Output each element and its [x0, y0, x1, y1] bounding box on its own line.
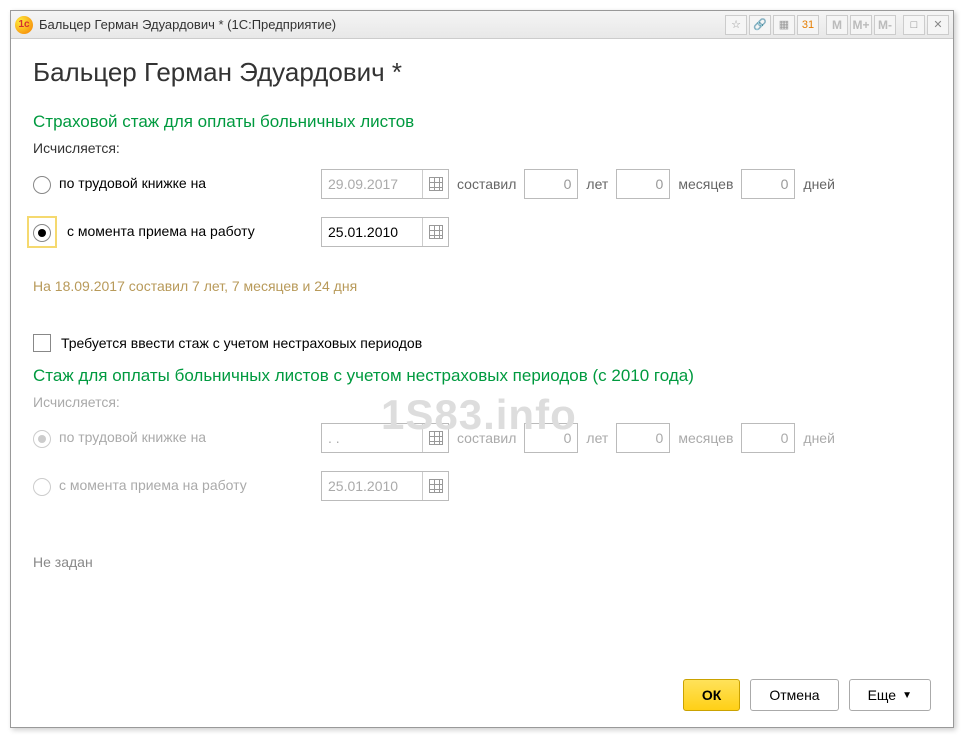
section1-summary: На 18.09.2017 составил 7 лет, 7 месяцев …: [33, 278, 931, 294]
content-area: Бальцер Герман Эдуардович * Страховой ст…: [11, 39, 953, 727]
section2-option2-row: с момента приема на работу 25.01.2010: [33, 468, 931, 504]
hire-date-input[interactable]: 25.01.2010: [321, 217, 449, 247]
app-icon: 1c: [15, 16, 33, 34]
titlebar: 1c Бальцер Герман Эдуардович * (1С:Предп…: [11, 11, 953, 39]
radio-from-hire-label: с момента приема на работу: [67, 222, 255, 240]
radio-by-workbook[interactable]: [33, 176, 51, 194]
workbook2-date-input: . .: [321, 423, 449, 453]
date-picker-icon: [422, 424, 448, 452]
app-window: 1c Бальцер Герман Эдуардович * (1С:Предп…: [10, 10, 954, 728]
section1-heading: Страховой стаж для оплаты больничных лис…: [33, 112, 931, 132]
section1-option1-row: по трудовой книжке на 29.09.2017 состави…: [33, 166, 931, 202]
workbook-date-input[interactable]: 29.09.2017: [321, 169, 449, 199]
calculator-icon[interactable]: ▦: [773, 15, 795, 35]
titlebar-controls: ☆ 🔗 ▦ 31 M M+ M- □ ✕: [725, 15, 949, 35]
radio2-from-hire-label: с момента приема на работу: [59, 476, 247, 494]
section2-not-set: Не задан: [33, 554, 931, 570]
composed2-label: составил: [457, 430, 516, 446]
section1-option2-row: с момента приема на работу 25.01.2010: [33, 214, 931, 250]
date-picker-icon: [422, 472, 448, 500]
favorite-icon[interactable]: ☆: [725, 15, 747, 35]
noninsurance-checkbox-label: Требуется ввести стаж с учетом нестрахов…: [61, 335, 422, 351]
memory-m-button[interactable]: M: [826, 15, 848, 35]
months-input[interactable]: 0: [616, 169, 670, 199]
date-picker-icon[interactable]: [422, 170, 448, 198]
calendar-icon[interactable]: 31: [797, 15, 819, 35]
days-unit: дней: [803, 176, 835, 192]
date-picker-icon[interactable]: [422, 218, 448, 246]
memory-mplus-button[interactable]: M+: [850, 15, 872, 35]
composed-label: составил: [457, 176, 516, 192]
section2-option1-row: по трудовой книжке на . . составил 0 лет…: [33, 420, 931, 456]
years-input[interactable]: 0: [524, 169, 578, 199]
section1-calc-label: Исчисляется:: [33, 140, 931, 156]
link-icon[interactable]: 🔗: [749, 15, 771, 35]
close-button[interactable]: ✕: [927, 15, 949, 35]
maximize-button[interactable]: □: [903, 15, 925, 35]
radio2-from-hire: [33, 478, 51, 496]
memory-mminus-button[interactable]: M-: [874, 15, 896, 35]
months-unit: месяцев: [678, 176, 733, 192]
footer-buttons: ОК Отмена Еще▼: [683, 679, 931, 711]
months2-unit: месяцев: [678, 430, 733, 446]
section2-calc-label: Исчисляется:: [33, 394, 931, 410]
chevron-down-icon: ▼: [902, 690, 912, 701]
noninsurance-checkbox[interactable]: [33, 334, 51, 352]
radio2-by-workbook: [33, 430, 51, 448]
more-button[interactable]: Еще▼: [849, 679, 931, 711]
days2-unit: дней: [803, 430, 835, 446]
months2-input: 0: [616, 423, 670, 453]
radio-from-hire[interactable]: [33, 224, 51, 242]
days-input[interactable]: 0: [741, 169, 795, 199]
days2-input: 0: [741, 423, 795, 453]
radio-by-workbook-label: по трудовой книжке на: [59, 174, 206, 192]
section2-heading: Стаж для оплаты больничных листов с учет…: [33, 366, 931, 386]
hire2-date-input: 25.01.2010: [321, 471, 449, 501]
ok-button[interactable]: ОК: [683, 679, 740, 711]
noninsurance-checkbox-row: Требуется ввести стаж с учетом нестрахов…: [33, 334, 931, 352]
page-title: Бальцер Герман Эдуардович *: [33, 57, 931, 88]
radio2-by-workbook-label: по трудовой книжке на: [59, 428, 206, 446]
window-title: Бальцер Герман Эдуардович * (1С:Предприя…: [39, 17, 725, 32]
years2-input: 0: [524, 423, 578, 453]
years2-unit: лет: [586, 430, 608, 446]
years-unit: лет: [586, 176, 608, 192]
cancel-button[interactable]: Отмена: [750, 679, 838, 711]
